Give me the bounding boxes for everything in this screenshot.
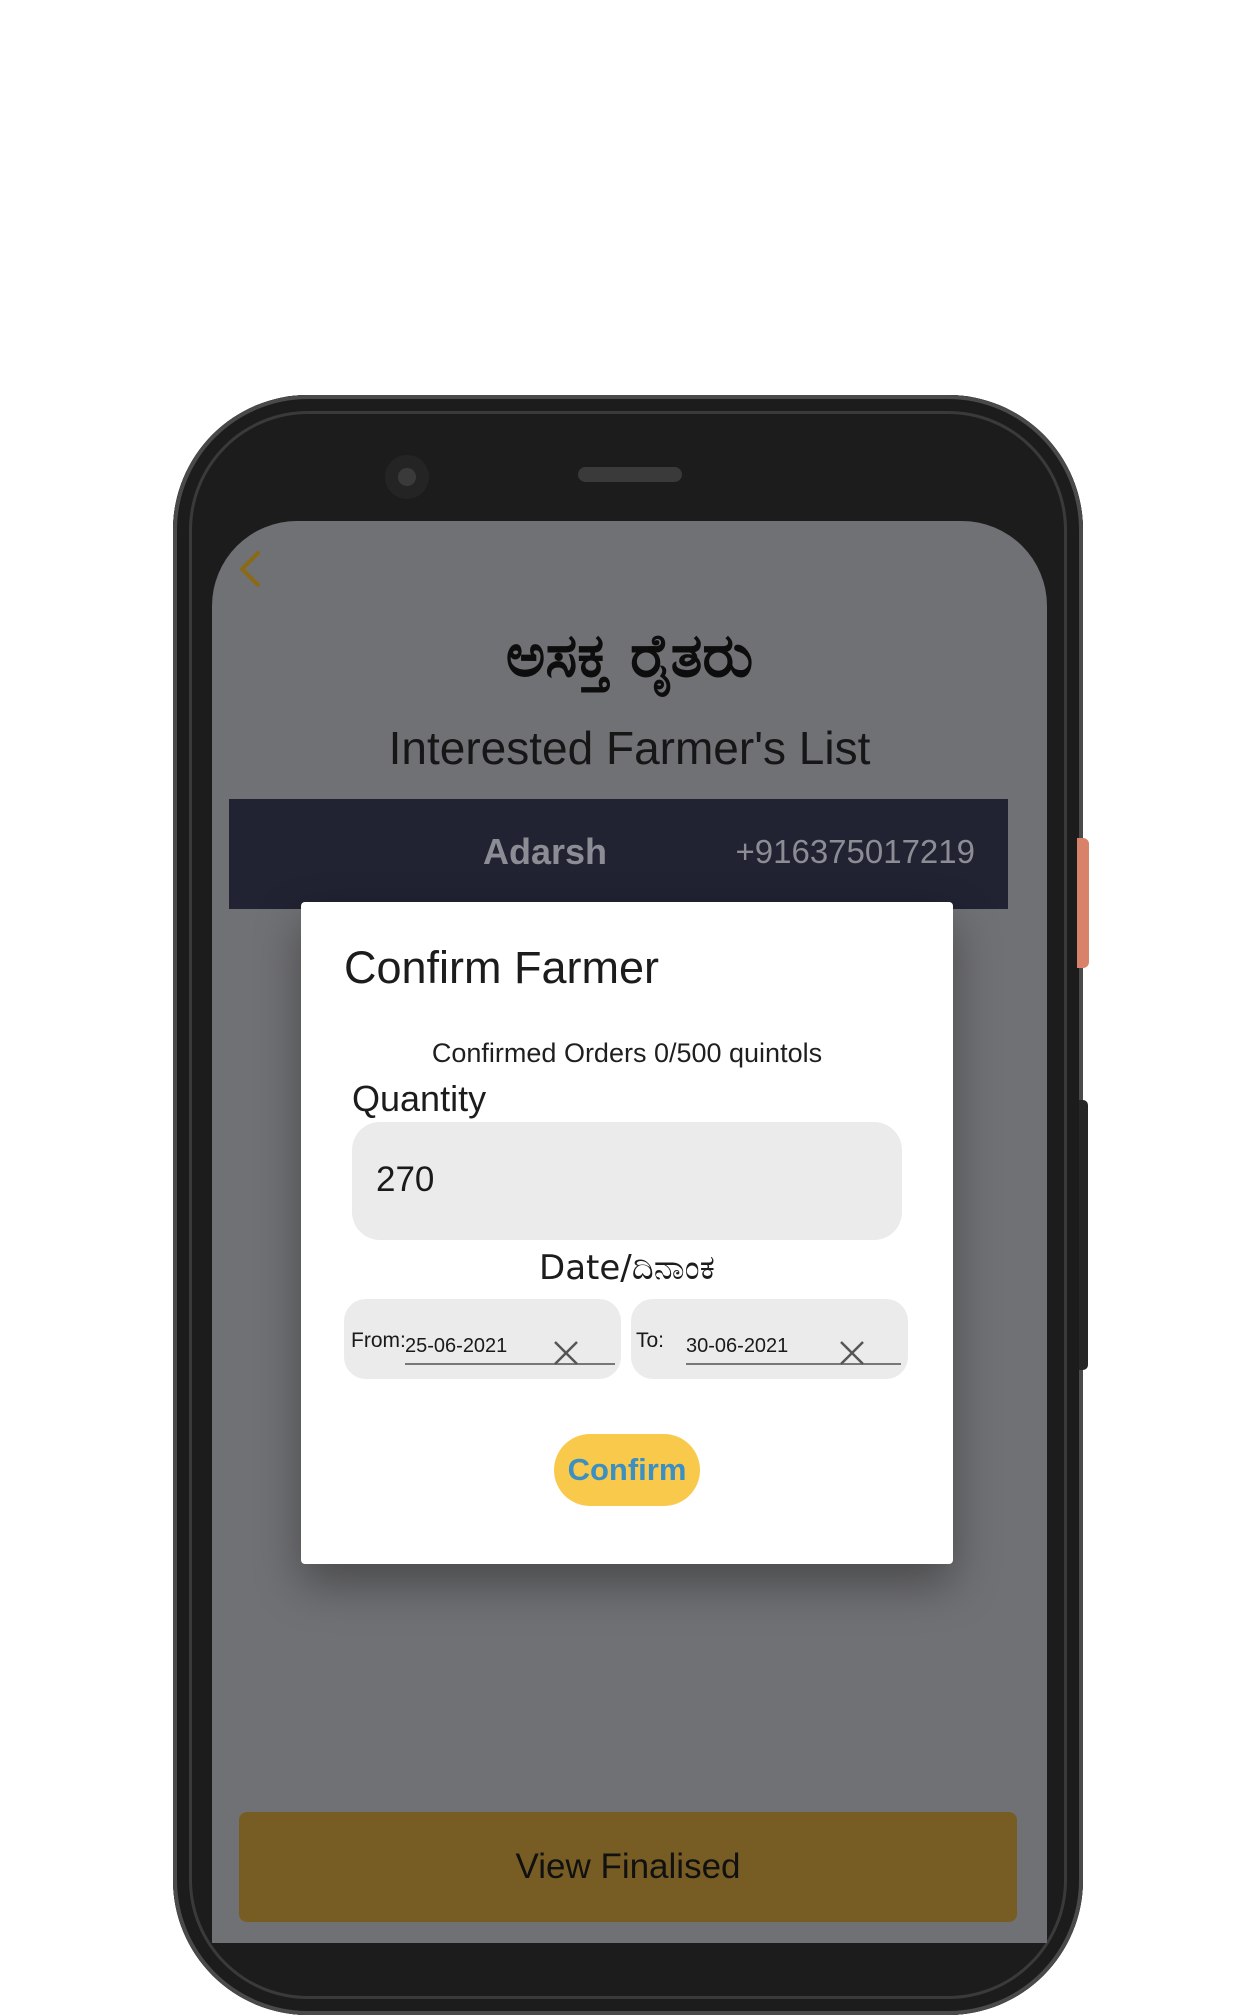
confirmed-orders-summary: Confirmed Orders 0/500 quintols xyxy=(431,1038,823,1068)
to-date-underline xyxy=(686,1363,901,1365)
power-button xyxy=(1077,838,1089,968)
back-chevron-icon[interactable] xyxy=(226,545,274,593)
from-date-value: 25-06-2021 xyxy=(405,1335,508,1357)
page-title-kannada: ಅಸಕ್ತ ರೈತರು xyxy=(505,621,754,691)
dialog-title: Confirm Farmer xyxy=(344,942,660,993)
page-title-english: Interested Farmer's List xyxy=(388,722,871,774)
to-date-field[interactable]: To: 30-06-2021 xyxy=(631,1299,908,1379)
to-label: To: xyxy=(636,1329,665,1352)
date-label: Date/ದಿನಾಂಕ xyxy=(539,1248,715,1288)
from-label: From: xyxy=(351,1329,406,1352)
farmer-phone: +916375017219 xyxy=(735,833,975,870)
farmer-name: Adarsh xyxy=(483,831,608,872)
quantity-value: 270 xyxy=(376,1160,435,1199)
view-finalised-button[interactable]: View Finalised xyxy=(239,1812,1017,1922)
to-date-value: 30-06-2021 xyxy=(686,1335,789,1357)
volume-button xyxy=(1079,1100,1088,1370)
confirm-button[interactable]: Confirm xyxy=(554,1434,700,1506)
confirm-farmer-dialog: Confirm Farmer Confirmed Orders 0/500 qu… xyxy=(301,902,953,1564)
farmer-list-item[interactable]: Adarsh +916375017219 xyxy=(229,799,1008,909)
quantity-label: Quantity xyxy=(352,1078,487,1119)
clear-from-date-icon[interactable] xyxy=(550,1337,582,1369)
earpiece-speaker xyxy=(578,467,682,482)
front-camera xyxy=(385,455,429,499)
from-date-field[interactable]: From: 25-06-2021 xyxy=(344,1299,621,1379)
from-date-underline xyxy=(405,1363,615,1365)
clear-to-date-icon[interactable] xyxy=(836,1337,868,1369)
quantity-input[interactable]: 270 xyxy=(352,1122,902,1240)
